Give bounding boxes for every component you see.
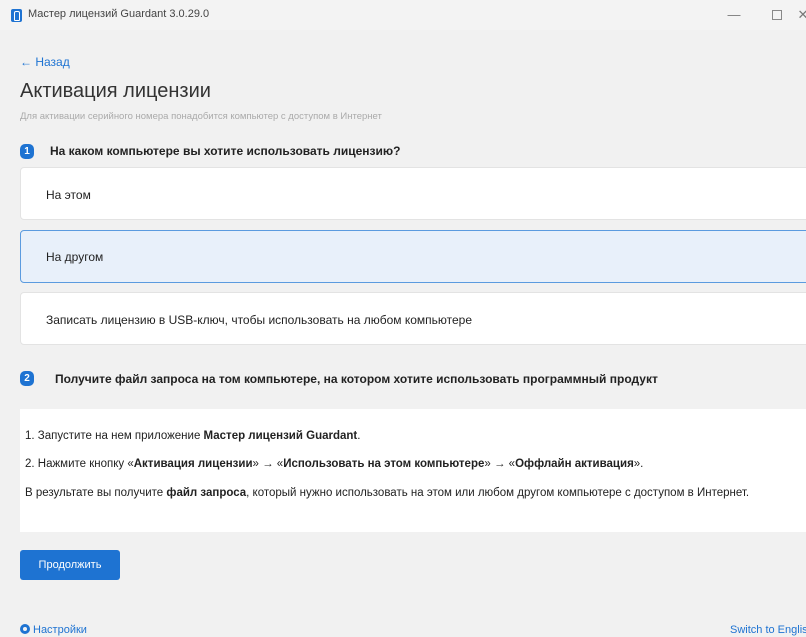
option-this-computer[interactable]: На этом bbox=[20, 167, 806, 220]
step-number-badge: 1 bbox=[20, 144, 34, 159]
switch-language-link[interactable]: Switch to English bbox=[730, 624, 806, 636]
close-button[interactable]: ✕ bbox=[796, 0, 806, 30]
step-number-badge: 2 bbox=[20, 371, 34, 386]
window-titlebar: Мастер лицензий Guardant 3.0.29.0 — ✕ bbox=[0, 0, 806, 30]
step2-title: Получите файл запроса на том компьютере,… bbox=[55, 372, 658, 386]
maximize-button[interactable] bbox=[757, 0, 797, 30]
settings-label: Настройки bbox=[33, 624, 87, 636]
option-other-computer[interactable]: На другом bbox=[20, 230, 806, 283]
option-usb-key[interactable]: Записать лицензию в USB-ключ, чтобы испо… bbox=[20, 292, 806, 345]
maximize-icon bbox=[772, 10, 782, 20]
instruction-line-2: 2. Нажмите кнопку «Активация лицензии» →… bbox=[25, 458, 644, 470]
option-label: Записать лицензию в USB-ключ, чтобы испо… bbox=[46, 313, 473, 327]
instruction-line-1: 1. Запустите на нем приложение Мастер ли… bbox=[25, 430, 361, 442]
back-link[interactable]: ← Назад bbox=[20, 55, 70, 69]
option-label: На этом bbox=[46, 188, 91, 202]
continue-button[interactable]: Продолжить bbox=[20, 550, 120, 580]
guardant-app-icon bbox=[11, 9, 22, 22]
settings-link[interactable]: Настройки bbox=[20, 624, 87, 636]
option-label: На другом bbox=[46, 250, 104, 264]
minimize-button[interactable]: — bbox=[714, 0, 754, 30]
gear-icon bbox=[20, 624, 30, 634]
instruction-result-text: В результате вы получите файл запроса, к… bbox=[25, 487, 750, 499]
page-title: Активация лицензии bbox=[20, 80, 211, 102]
page-subtitle: Для активации серийного номера понадобит… bbox=[20, 111, 382, 122]
step1-title: На каком компьютере вы хотите использова… bbox=[50, 144, 401, 158]
window-title: Мастер лицензий Guardant 3.0.29.0 bbox=[28, 8, 210, 20]
instructions-panel: 1. Запустите на нем приложение Мастер ли… bbox=[20, 409, 806, 532]
